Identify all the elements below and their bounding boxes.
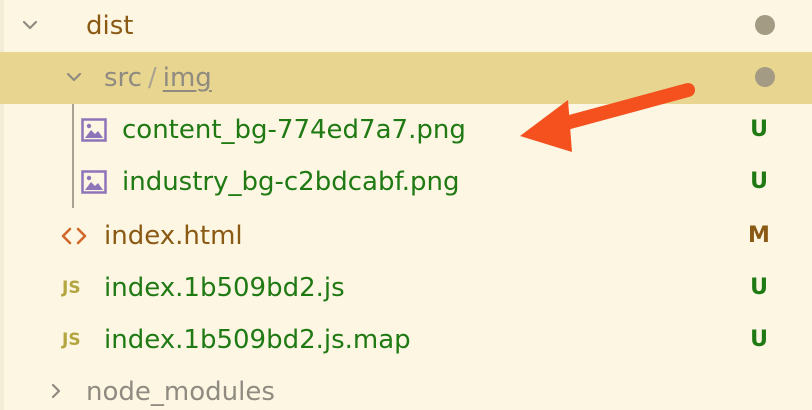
tree-item-index-js-map[interactable]: JS index.1b509bd2.js.map U: [0, 314, 812, 366]
chevron-right-icon[interactable]: [44, 379, 68, 403]
image-icon: [80, 168, 108, 196]
tree-item-label: index.html: [104, 221, 243, 251]
path-segment-src[interactable]: src: [104, 63, 142, 93]
git-status-badge: M: [748, 223, 770, 248]
tree-item-content-bg[interactable]: content_bg-774ed7a7.png U: [0, 104, 812, 156]
tree-item-dist[interactable]: dist: [0, 0, 812, 52]
tree-item-label: index.1b509bd2.js: [104, 273, 345, 303]
tree-item-label: industry_bg-c2bdcabf.png: [122, 167, 460, 197]
git-status-dot: [755, 67, 775, 87]
path-segment-img[interactable]: img: [163, 63, 212, 93]
git-status-badge: U: [750, 327, 768, 352]
path-separator: /: [147, 63, 157, 93]
git-status-badge: U: [750, 275, 768, 300]
git-status-dot: [755, 15, 775, 35]
chevron-down-icon[interactable]: [62, 65, 86, 89]
js-icon: JS: [62, 330, 81, 350]
tree-item-label: dist: [86, 11, 134, 41]
git-status-badge: U: [750, 169, 768, 194]
tree-item-label: node_modules: [86, 377, 275, 407]
js-icon: JS: [62, 278, 81, 298]
tree-item-industry-bg[interactable]: industry_bg-c2bdcabf.png U: [0, 156, 812, 208]
tree-item-node-modules[interactable]: node_modules: [0, 366, 812, 410]
tree-item-index-html[interactable]: index.html M: [0, 210, 812, 262]
html-code-icon: [60, 222, 88, 250]
file-explorer: dist src/img content_bg-774ed7a7.png U: [0, 0, 812, 410]
git-status-badge: U: [750, 117, 768, 142]
tree-item-label: index.1b509bd2.js.map: [104, 325, 411, 355]
image-icon: [80, 116, 108, 144]
compact-folder-path: src / img: [104, 52, 212, 104]
tree-item-index-js[interactable]: JS index.1b509bd2.js U: [0, 262, 812, 314]
chevron-down-icon[interactable]: [18, 13, 42, 37]
tree-item-label: content_bg-774ed7a7.png: [122, 115, 466, 145]
tree-item-src-img[interactable]: src / img: [0, 52, 812, 104]
